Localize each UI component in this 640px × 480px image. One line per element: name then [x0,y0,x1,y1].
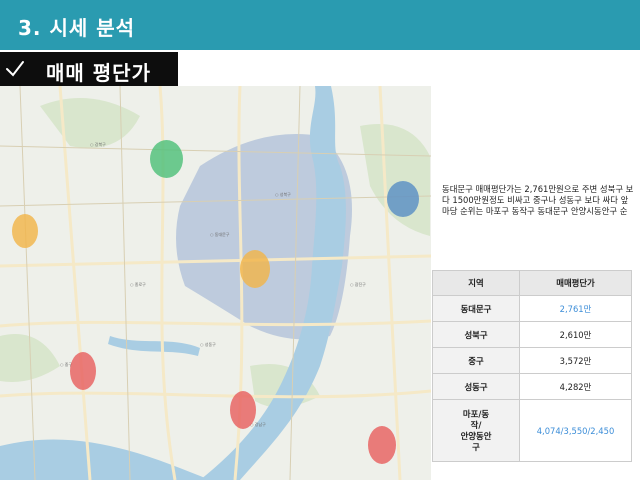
svg-text:○ 강북구: ○ 강북구 [90,141,106,147]
price-table: 지역 매매평단가 동대문구 2,761만 성북구 2,610만 중구 3,572… [432,270,632,462]
region-cell: 마포/동 작/ 안양동안 구 [432,399,520,462]
price-cell: 4,074/3,550/2,450 [519,399,632,462]
check-icon [6,61,24,77]
blue-marker[interactable] [387,181,419,217]
table-header-row: 지역 매매평단가 [432,270,632,296]
red-marker-west[interactable] [70,352,96,390]
header-bar: 3. 시세 분석 [0,0,640,50]
region-cell: 성동구 [432,373,520,400]
svg-text:○ 광진구: ○ 광진구 [350,281,366,287]
analysis-description: 동대문구 매매평단가는 2,761만원으로 주변 성북구 보다 1500만원정도… [442,184,634,217]
table-row: 마포/동 작/ 안양동안 구 4,074/3,550/2,450 [432,399,632,462]
svg-text:○ 성동구: ○ 성동구 [200,341,216,347]
page-title: 3. 시세 분석 [18,16,136,40]
green-marker[interactable] [150,140,183,178]
price-cell: 3,572만 [519,347,632,374]
red-marker-south[interactable] [230,391,256,429]
column-header-price: 매매평단가 [519,270,632,296]
region-cell: 성북구 [432,321,520,348]
table-row: 성동구 4,282만 [432,373,632,400]
table-row: 중구 3,572만 [432,347,632,374]
svg-text:○ 종로구: ○ 종로구 [130,282,146,287]
region-cell: 동대문구 [432,295,520,322]
svg-text:○ 성북구: ○ 성북구 [275,191,291,197]
table-row: 성북구 2,610만 [432,321,632,348]
orange-marker-west[interactable] [12,214,38,248]
table-row: 동대문구 2,761만 [432,295,632,322]
map-drawing: ○ 동대문구 ○ 종로구 ○ 성북구 ○ 성동구 ○ 중구 ○ 광진구 ○ 강북… [0,86,431,480]
column-header-region: 지역 [432,270,520,296]
section-title: 매매 평단가 [46,61,151,85]
price-cell: 4,282만 [519,373,632,400]
district-map[interactable]: ○ 동대문구 ○ 종로구 ○ 성북구 ○ 성동구 ○ 중구 ○ 광진구 ○ 강북… [0,86,431,480]
price-cell: 2,761만 [519,295,632,322]
orange-marker-center[interactable] [240,250,270,288]
price-cell: 2,610만 [519,321,632,348]
red-marker-southeast[interactable] [368,426,396,464]
svg-text:○ 동대문구: ○ 동대문구 [210,231,230,237]
region-cell: 중구 [432,347,520,374]
